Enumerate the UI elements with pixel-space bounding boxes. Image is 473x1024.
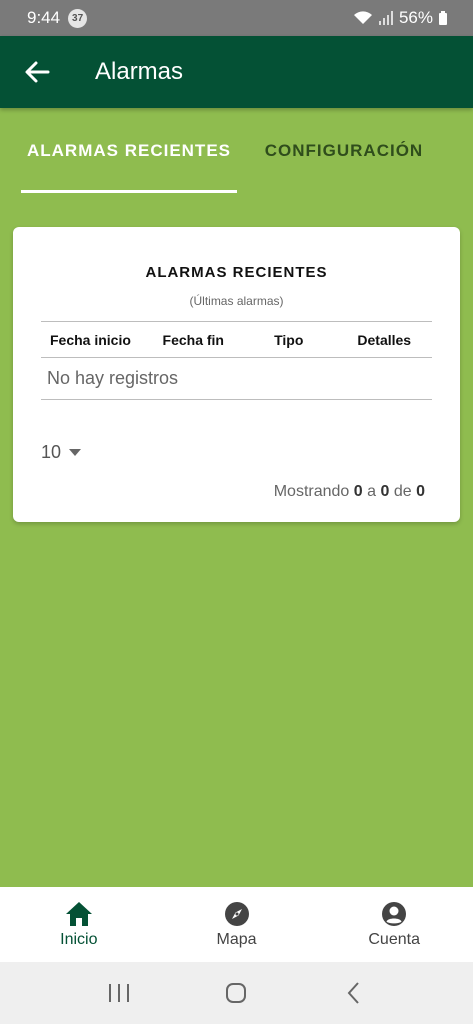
bottom-nav: Inicio Mapa Cuenta bbox=[0, 887, 473, 962]
recent-apps-icon bbox=[108, 984, 129, 1002]
battery-percent: 56% bbox=[398, 8, 433, 27]
alarms-card: ALARMAS RECIENTES (Últimas alarmas) Fech… bbox=[13, 227, 460, 522]
column-header-tipo[interactable]: Tipo bbox=[241, 332, 337, 348]
signal-icon bbox=[378, 11, 393, 25]
app-bar: Alarmas bbox=[0, 36, 473, 108]
page-size-value: 10 bbox=[41, 442, 62, 462]
card-subtitle: (Últimas alarmas) bbox=[189, 294, 284, 308]
back-button[interactable] bbox=[17, 52, 57, 92]
table-header: Fecha inicio Fecha fin Tipo Detalles bbox=[41, 321, 432, 358]
system-nav-bar bbox=[0, 962, 473, 1024]
home-circle-icon bbox=[226, 983, 247, 1003]
wifi-icon bbox=[353, 11, 372, 24]
pagination-total: 0 bbox=[416, 483, 425, 500]
alarms-table: Fecha inicio Fecha fin Tipo Detalles No … bbox=[41, 321, 432, 400]
battery-icon bbox=[439, 11, 447, 25]
nav-inicio-label: Inicio bbox=[60, 930, 98, 948]
chevron-left-icon bbox=[347, 982, 359, 1004]
page-size-select[interactable]: 10 bbox=[41, 442, 82, 463]
nav-inicio[interactable]: Inicio bbox=[0, 887, 158, 962]
nav-mapa-label: Mapa bbox=[216, 930, 257, 948]
tab-alarmas-recientes[interactable]: ALARMAS RECIENTES bbox=[21, 108, 237, 194]
home-button[interactable] bbox=[216, 973, 256, 1013]
card-title: ALARMAS RECIENTES bbox=[145, 264, 328, 281]
pagination-info: Mostrando 0 a 0 de 0 bbox=[274, 483, 425, 501]
recent-apps-button[interactable] bbox=[99, 973, 139, 1013]
nav-cuenta[interactable]: Cuenta bbox=[315, 887, 473, 962]
nav-mapa[interactable]: Mapa bbox=[158, 887, 316, 962]
arrow-left-icon bbox=[25, 61, 50, 83]
pagination-de: de bbox=[393, 483, 412, 500]
pagination-to: 0 bbox=[380, 483, 390, 500]
tab-configuracion[interactable]: CONFIGURACIÓN bbox=[256, 108, 432, 194]
column-header-fecha-fin[interactable]: Fecha fin bbox=[146, 332, 242, 348]
tab-indicator bbox=[21, 190, 237, 193]
pagination-prefix: Mostrando bbox=[273, 483, 350, 500]
empty-message: No hay registros bbox=[41, 358, 432, 400]
column-header-fecha-inicio[interactable]: Fecha inicio bbox=[41, 332, 146, 348]
nav-cuenta-label: Cuenta bbox=[368, 930, 420, 948]
compass-icon bbox=[224, 901, 249, 926]
page-title: Alarmas bbox=[95, 58, 184, 85]
status-time: 9:44 bbox=[27, 8, 61, 27]
home-icon bbox=[65, 901, 92, 926]
system-back-button[interactable] bbox=[334, 973, 374, 1013]
chevron-down-icon bbox=[69, 449, 82, 456]
status-bar: 9:44 37 56% bbox=[0, 0, 473, 36]
account-icon bbox=[382, 901, 407, 926]
notification-badge: 37 bbox=[68, 8, 88, 28]
pagination-from: 0 bbox=[353, 483, 363, 500]
column-header-detalles[interactable]: Detalles bbox=[337, 332, 433, 348]
pagination-a: a bbox=[367, 483, 377, 500]
tab-bar: ALARMAS RECIENTES CONFIGURACIÓN bbox=[0, 108, 473, 194]
